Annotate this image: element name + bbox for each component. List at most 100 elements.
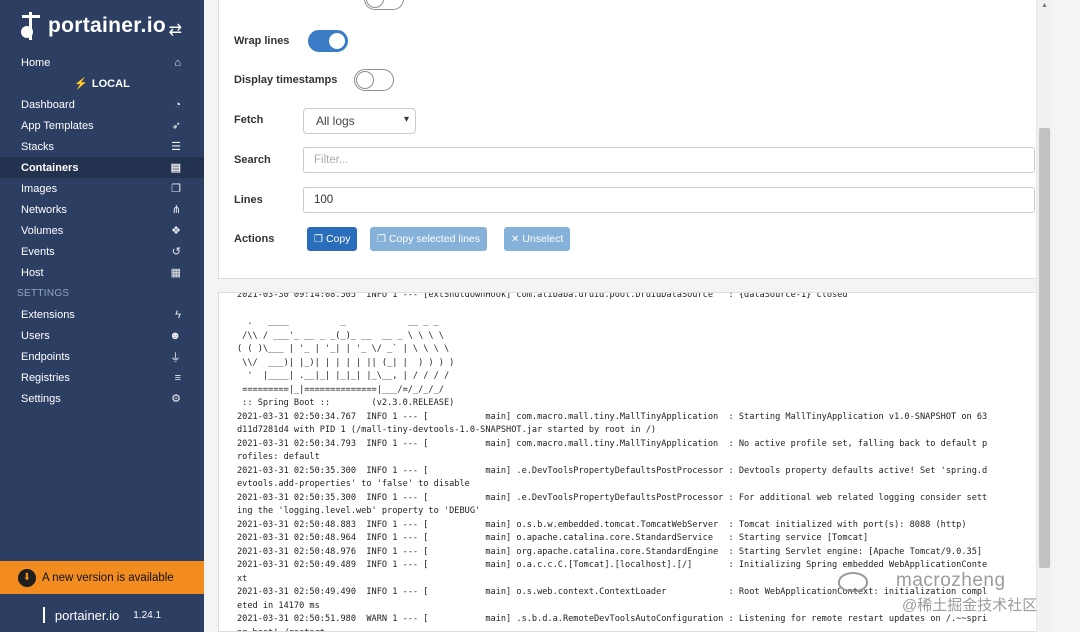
- sidebar-item-stacks[interactable]: Stacks ☰: [0, 136, 204, 157]
- server-icon: ▤: [170, 162, 181, 174]
- history-icon: ↺: [171, 246, 181, 258]
- wrap-lines-toggle[interactable]: [308, 30, 348, 52]
- cubes-icon: ❖: [171, 225, 181, 237]
- unselect-button[interactable]: ✕ Unselect: [504, 227, 571, 251]
- brand-name: portainer.io: [48, 14, 166, 37]
- auto-refresh-row: [234, 0, 404, 10]
- sidebar-item-label: Extensions: [21, 308, 75, 321]
- sidebar-item-volumes[interactable]: Volumes ❖: [0, 220, 204, 241]
- page-scrollbar[interactable]: ▲: [1036, 0, 1052, 632]
- endpoint-label: LOCAL: [91, 77, 130, 90]
- users-icon: ☻: [169, 329, 181, 342]
- log-line[interactable]: evtools.add-properties' to 'false' to di…: [237, 478, 1027, 492]
- log-line[interactable]: ing the 'logging.level.web' property to …: [237, 505, 1027, 519]
- sidebar-item-label: Host: [21, 266, 44, 279]
- download-icon: ⬇: [18, 568, 36, 587]
- database-icon: ≡: [174, 371, 181, 384]
- sidebar-item-label: Images: [21, 182, 58, 195]
- watermark-logo-icon: [838, 572, 868, 592]
- th-icon: ▦: [170, 267, 181, 279]
- fetch-select[interactable]: All logs ▾: [303, 108, 416, 134]
- display-timestamps-toggle[interactable]: [354, 69, 394, 91]
- sidebar-item-app-templates[interactable]: App Templates ➶: [0, 115, 204, 136]
- sidebar-item-containers[interactable]: Containers ▤: [0, 157, 204, 178]
- fetch-label: Fetch: [234, 114, 264, 126]
- sidebar-item-label: Stacks: [21, 140, 55, 153]
- app-window: portainer.io ⇄ Home ⌂ ⚡ LOCAL Dashboard …: [0, 0, 1080, 632]
- update-notice[interactable]: ⬇ A new version is available: [0, 561, 204, 594]
- brand-header: portainer.io ⇄: [0, 0, 204, 52]
- sidebar-item-images[interactable]: Images ❐: [0, 178, 204, 199]
- sidebar-item-extensions[interactable]: Extensions ϟ: [0, 304, 204, 325]
- endpoint-name: ⚡ LOCAL: [0, 73, 204, 94]
- page-scrollbar-thumb[interactable]: [1039, 128, 1050, 568]
- display-timestamps-row: Display timestamps: [234, 69, 394, 91]
- search-label: Search: [234, 154, 271, 166]
- sidebar-item-label: Networks: [21, 203, 67, 216]
- log-line[interactable]: :: Spring Boot :: (v2.3.0.RELEASE): [237, 397, 1027, 411]
- sidebar-item-endpoints[interactable]: Endpoints ⏚: [0, 346, 204, 367]
- sidebar-item-settings[interactable]: Settings ⚙: [0, 388, 204, 409]
- sidebar-item-events[interactable]: Events ↺: [0, 241, 204, 262]
- log-line[interactable]: ng-boot!~/restart: [237, 627, 1027, 632]
- log-line[interactable]: 2021-03-31 02:50:34.793 INFO 1 --- [ mai…: [237, 438, 1027, 452]
- sidebar-item-networks[interactable]: Networks ⋔: [0, 199, 204, 220]
- auto-refresh-toggle[interactable]: [364, 0, 404, 10]
- log-line[interactable]: 2021-03-31 02:50:35.300 INFO 1 --- [ mai…: [237, 465, 1027, 479]
- fetch-select-value: All logs: [316, 114, 355, 128]
- copy-button[interactable]: ❐ Copy: [307, 227, 358, 251]
- sidebar-item-label: Settings: [21, 392, 61, 405]
- portainer-logo-icon: [20, 12, 42, 40]
- log-line[interactable]: 2021-03-31 02:50:48.883 INFO 1 --- [ mai…: [237, 519, 1027, 533]
- sidebar-item-home[interactable]: Home ⌂: [0, 52, 204, 73]
- log-line[interactable]: =========|_|==============|___/=/_/_/_/: [237, 384, 1027, 398]
- log-line[interactable]: 2021-03-31 02:50:35.300 INFO 1 --- [ mai…: [237, 492, 1027, 506]
- home-icon: ⌂: [174, 56, 181, 69]
- copy-selected-lines-button[interactable]: ❐ Copy selected lines: [370, 227, 488, 251]
- copy-selected-lines-label: Copy selected lines: [388, 233, 481, 245]
- rocket-icon: ➶: [171, 120, 181, 132]
- lines-input[interactable]: 100: [303, 187, 1035, 213]
- lines-label: Lines: [234, 194, 263, 206]
- sidebar-item-label: Containers: [21, 161, 79, 174]
- sidebar-item-host[interactable]: Host ▦: [0, 262, 204, 283]
- watermark: macrozheng @稀土掘金技术社区: [838, 570, 1048, 616]
- log-line[interactable]: \\/ ___)| |_)| | | | | || (_| | ) ) ) ): [237, 357, 1027, 371]
- sidebar-item-label: App Templates: [21, 119, 94, 132]
- log-line[interactable]: /\\ / ___'_ __ _ _(_)_ __ __ _ \ \ \ \: [237, 330, 1027, 344]
- update-notice-text: A new version is available: [42, 571, 174, 584]
- log-line[interactable]: d11d7281d4 with PID 1 (/mall-tiny-devtoo…: [237, 424, 1027, 438]
- actions-label: Actions: [234, 233, 275, 245]
- log-line[interactable]: ' |____| .__|_| |_|_| |_\__, | / / / /: [237, 370, 1027, 384]
- wrap-lines-label: Wrap lines: [234, 35, 290, 47]
- log-line[interactable]: [237, 303, 1027, 317]
- watermark-line2: @稀土掘金技术社区: [902, 597, 1038, 614]
- log-line[interactable]: rofiles: default: [237, 451, 1027, 465]
- sidebar-item-label: Events: [21, 245, 55, 258]
- lines-input-value: 100: [314, 194, 334, 206]
- sidebar-item-label: Users: [21, 329, 50, 342]
- footer-brand: portainer.io 1.24.1: [0, 602, 204, 628]
- log-line[interactable]: 2021-03-31 02:50:34.767 INFO 1 --- [ mai…: [237, 411, 1027, 425]
- search-input[interactable]: Filter...: [303, 147, 1035, 173]
- plug-icon: ⏚: [170, 351, 181, 364]
- sidebar-item-registries[interactable]: Registries ≡: [0, 367, 204, 388]
- sidebar-item-users[interactable]: Users ☻: [0, 325, 204, 346]
- watermark-line1: macrozheng: [896, 570, 1006, 591]
- sidebar-item-dashboard[interactable]: Dashboard ◔: [0, 94, 204, 115]
- close-icon: ✕: [511, 233, 520, 245]
- log-line[interactable]: 2021-03-31 02:50:48.976 INFO 1 --- [ mai…: [237, 546, 1027, 560]
- log-line[interactable]: ( ( )\___ | '_ | '_| | '_ \/ _` | \ \ \ …: [237, 343, 1027, 357]
- log-line[interactable]: 2021-03-31 02:50:48.964 INFO 1 --- [ mai…: [237, 532, 1027, 546]
- sitemap-icon: ⋔: [171, 204, 181, 216]
- sidebar-item-label: Volumes: [21, 224, 64, 237]
- clone-icon: ❐: [171, 183, 181, 195]
- log-line[interactable]: 2021-03-30 09:14:08.505 INFO 1 --- [extS…: [237, 293, 1027, 303]
- log-settings-panel: Wrap lines Display timestamps Fetch All …: [218, 0, 1051, 279]
- cogs-icon: ⚙: [171, 393, 181, 405]
- chevron-down-icon: ▾: [403, 114, 409, 125]
- log-line[interactable]: . ____ _ __ _ _: [237, 316, 1027, 330]
- swap-icon[interactable]: ⇄: [169, 20, 182, 40]
- scroll-up-icon[interactable]: ▲: [1041, 2, 1048, 9]
- wrap-lines-row: Wrap lines: [234, 30, 348, 52]
